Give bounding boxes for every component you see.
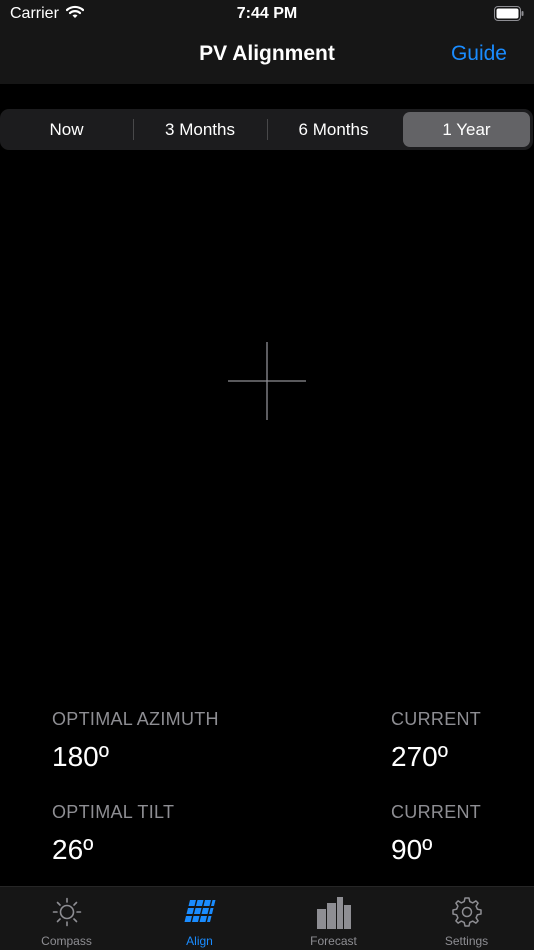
current-azimuth-label: CURRENT: [391, 709, 482, 729]
optimal-tilt-value: 26º: [52, 834, 94, 865]
crosshair-icon: [228, 342, 306, 420]
tab-compass-label: Compass: [41, 934, 92, 948]
tab-settings-label: Settings: [444, 934, 489, 948]
tab-align[interactable]: Align: [133, 887, 266, 950]
current-tilt-value: 90º: [391, 834, 433, 865]
current-azimuth-value: 270º: [391, 741, 448, 772]
tab-settings[interactable]: Settings: [400, 887, 533, 950]
tab-align-label: Align: [186, 934, 213, 948]
tab-forecast[interactable]: Forecast: [267, 887, 400, 950]
battery-icon: [494, 6, 524, 21]
optimal-azimuth-value: 180º: [52, 741, 109, 772]
gear-icon: [451, 897, 482, 927]
segment-6-months[interactable]: 6 Months: [267, 112, 400, 147]
sun-icon: [52, 897, 81, 927]
optimal-azimuth-label: OPTIMAL AZIMUTH: [52, 709, 219, 729]
segment-3-months[interactable]: 3 Months: [133, 112, 267, 147]
tab-compass[interactable]: Compass: [0, 887, 133, 950]
nav-bar: PV Alignment Guide: [0, 28, 534, 84]
screen: Carrier 7:44 PM PV Alignment Guide Now 3…: [0, 0, 534, 950]
period-segmented-control: Now 3 Months 6 Months 1 Year: [0, 109, 533, 150]
optimal-tilt-label: OPTIMAL TILT: [52, 802, 175, 822]
solar-panel-icon: [184, 900, 215, 922]
tab-bar: Compass Align Forecast Settings: [0, 886, 534, 950]
segment-1-year[interactable]: 1 Year: [403, 112, 530, 147]
segment-now[interactable]: Now: [0, 112, 133, 147]
tab-forecast-label: Forecast: [310, 934, 357, 948]
status-bar: Carrier 7:44 PM: [0, 0, 534, 28]
guide-button[interactable]: Guide: [451, 42, 507, 66]
current-tilt-label: CURRENT: [391, 802, 482, 822]
bar-chart-icon: [316, 897, 351, 929]
status-time: 7:44 PM: [236, 5, 298, 22]
